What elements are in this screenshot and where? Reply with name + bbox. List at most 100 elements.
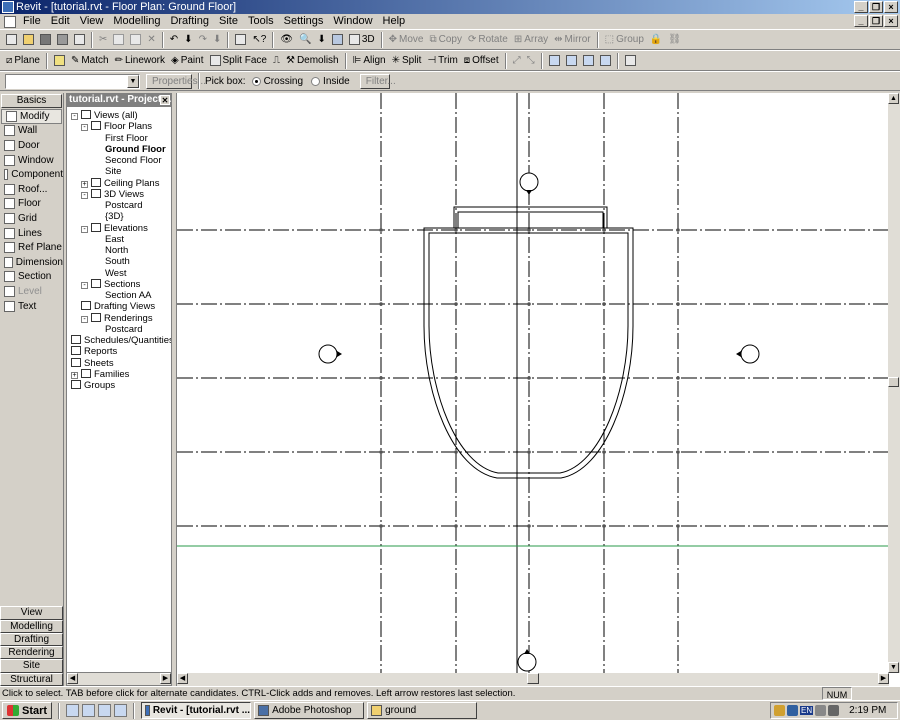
- pin-button[interactable]: ⤢: [510, 52, 524, 70]
- tree-item[interactable]: Drafting Views: [81, 301, 155, 312]
- collapse-icon[interactable]: -: [81, 281, 88, 289]
- clock[interactable]: 2:19 PM: [849, 705, 886, 716]
- tab-basics[interactable]: Basics: [1, 94, 62, 108]
- tool-ref-plane[interactable]: Ref Plane: [0, 240, 63, 255]
- tree-item[interactable]: North: [105, 245, 128, 256]
- tool-text[interactable]: Text: [0, 299, 63, 314]
- tab-modelling[interactable]: Modelling: [0, 619, 63, 633]
- quicklaunch-outlook-icon[interactable]: [82, 704, 96, 717]
- volume-icon[interactable]: [828, 705, 840, 716]
- plane-button[interactable]: ⧄ Plane: [3, 52, 43, 70]
- ungroup-button[interactable]: ⛓: [665, 31, 684, 49]
- tree-item[interactable]: - Elevations: [81, 222, 148, 234]
- menu-file[interactable]: File: [18, 14, 46, 29]
- menu-drafting[interactable]: Drafting: [165, 14, 214, 29]
- scroll-right-icon[interactable]: ▶: [160, 673, 171, 684]
- trim-button[interactable]: ⊣ Trim: [424, 52, 460, 70]
- expand-icon[interactable]: +: [71, 371, 78, 379]
- collapse-icon[interactable]: -: [81, 124, 88, 132]
- tool-door[interactable]: Door: [0, 138, 63, 153]
- array-button[interactable]: ⊞ Array: [511, 31, 551, 49]
- tool-modify[interactable]: Modify: [1, 109, 62, 124]
- copy-button[interactable]: ⧉ Copy: [426, 31, 465, 49]
- saveas-button[interactable]: [54, 31, 71, 49]
- cut-geometry-button[interactable]: ⎍: [270, 52, 283, 70]
- scroll-left-icon[interactable]: ◀: [177, 673, 188, 684]
- match-button-pre[interactable]: [51, 52, 68, 70]
- menu-window[interactable]: Window: [328, 14, 377, 29]
- linework-button[interactable]: ✏ Linework: [112, 52, 168, 70]
- thin-lines-button[interactable]: [232, 31, 249, 49]
- properties-button[interactable]: Properties...: [146, 73, 206, 89]
- unpin-button[interactable]: ⤡: [524, 52, 538, 70]
- start-button[interactable]: Start: [2, 702, 53, 719]
- visibility-button[interactable]: 👁: [277, 31, 296, 49]
- zoom-button[interactable]: 🔍: [296, 31, 314, 49]
- filter-button[interactable]: Filter...: [359, 73, 396, 89]
- dynamic-view-button[interactable]: [329, 31, 346, 49]
- restore-button[interactable]: ❐: [869, 1, 883, 13]
- tree-item[interactable]: + Ceiling Plans: [81, 177, 159, 189]
- offset-button[interactable]: ⧈ Offset: [461, 52, 502, 70]
- collapse-icon[interactable]: -: [71, 113, 78, 120]
- tool-wall[interactable]: Wall: [0, 124, 63, 139]
- group-button[interactable]: ⬚ Group: [602, 31, 647, 49]
- paint-button[interactable]: ◈ Paint: [168, 52, 207, 70]
- collapse-icon[interactable]: -: [81, 315, 88, 323]
- taskbar-revit[interactable]: Revit - [tutorial.rvt ...: [141, 702, 252, 719]
- delete-button[interactable]: ✕: [144, 31, 158, 49]
- tree-item[interactable]: {3D}: [105, 211, 124, 222]
- canvas-horizontal-scrollbar[interactable]: ◀ ▶: [177, 673, 889, 686]
- inside-radio[interactable]: Inside: [311, 76, 350, 87]
- quicklaunch-ie-icon[interactable]: [66, 704, 80, 717]
- dropdown-arrow-icon[interactable]: ▼: [127, 74, 139, 88]
- taskbar-ground[interactable]: ground: [367, 702, 478, 719]
- scroll-left-icon[interactable]: ◀: [67, 673, 78, 684]
- expand-icon[interactable]: +: [81, 180, 88, 188]
- print-button[interactable]: [71, 31, 88, 49]
- tree-item[interactable]: - Floor Plans: [81, 121, 152, 132]
- copy-clip-button[interactable]: [110, 31, 127, 49]
- tool-dimension[interactable]: Dimension: [0, 255, 63, 270]
- move-button[interactable]: ✥ Move: [386, 31, 427, 49]
- mirror-button[interactable]: ⇹ Mirror: [551, 31, 594, 49]
- menu-tools[interactable]: Tools: [243, 14, 279, 29]
- tree-item[interactable]: East: [105, 234, 124, 245]
- tree-item[interactable]: - Sections: [81, 278, 140, 290]
- drawing-area[interactable]: ▲ ▼ ◀ ▶: [176, 93, 900, 686]
- tree-item[interactable]: Ground Floor: [105, 144, 166, 155]
- cut-button[interactable]: ✂: [96, 31, 110, 49]
- scroll-down-icon[interactable]: ▼: [888, 662, 899, 673]
- tab-rendering[interactable]: Rendering: [0, 646, 63, 660]
- scroll-up-icon[interactable]: ▲: [888, 93, 899, 104]
- menu-site[interactable]: Site: [214, 14, 243, 29]
- zoom-dropdown[interactable]: ⬇: [314, 31, 328, 49]
- minimize-button[interactable]: _: [854, 1, 868, 13]
- language-indicator[interactable]: EN: [800, 706, 814, 715]
- tree-item[interactable]: - Renderings: [81, 312, 153, 324]
- new-button[interactable]: [3, 31, 20, 49]
- open-button[interactable]: [20, 31, 37, 49]
- tool-floor[interactable]: Floor: [0, 197, 63, 212]
- tree-item[interactable]: Postcard: [105, 200, 143, 211]
- paste-button[interactable]: [127, 31, 144, 49]
- tree-item[interactable]: First Floor: [105, 133, 148, 144]
- menu-modelling[interactable]: Modelling: [108, 14, 165, 29]
- browser-horizontal-scrollbar[interactable]: ◀ ▶: [67, 672, 171, 685]
- tree-item[interactable]: - 3D Views: [81, 188, 144, 200]
- view-3d-button[interactable]: 3D: [346, 31, 378, 49]
- tree-item[interactable]: Second Floor: [105, 155, 162, 166]
- quicklaunch-desktop-icon[interactable]: [98, 704, 112, 717]
- doc-close-button[interactable]: ×: [884, 15, 898, 27]
- tool-level[interactable]: Level: [0, 284, 63, 299]
- view-tool-2[interactable]: [563, 52, 580, 70]
- menu-view[interactable]: View: [75, 14, 109, 29]
- quicklaunch-media-icon[interactable]: [114, 704, 128, 717]
- taskbar-photoshop[interactable]: Adobe Photoshop: [254, 702, 365, 719]
- view-tool-1[interactable]: [546, 52, 563, 70]
- menu-edit[interactable]: Edit: [46, 14, 75, 29]
- tree-item[interactable]: Sheets: [71, 357, 114, 369]
- redo-dropdown[interactable]: ⬇: [210, 31, 224, 49]
- scroll-thumb[interactable]: [888, 377, 899, 387]
- rotate-button[interactable]: ⟳ Rotate: [465, 31, 511, 49]
